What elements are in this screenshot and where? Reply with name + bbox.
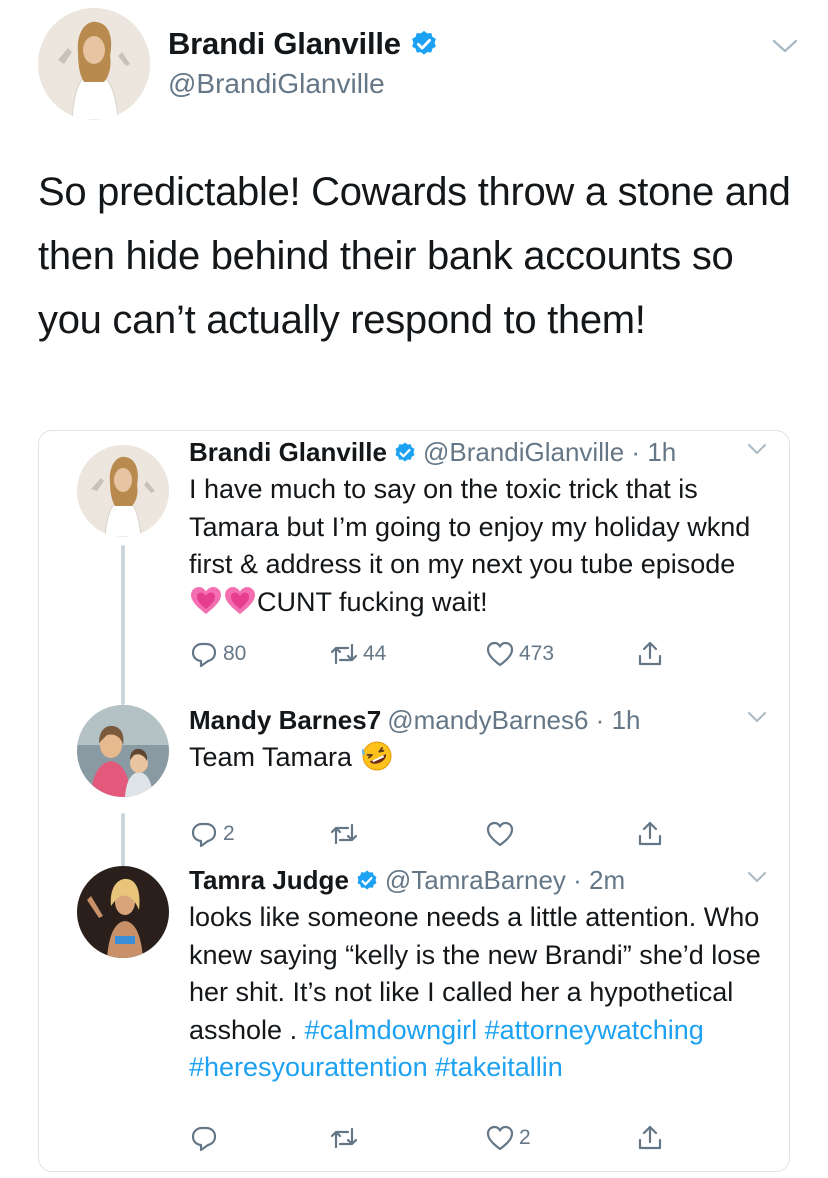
handle-and-time[interactable]: @TamraBarney · 2m (385, 865, 625, 896)
reply-icon (191, 822, 217, 848)
pink-heart-emoji (225, 586, 255, 614)
share-icon (638, 641, 662, 666)
avatar[interactable] (77, 445, 169, 537)
reply-button[interactable] (189, 1123, 223, 1153)
verified-badge-icon (411, 30, 436, 55)
retweet-icon (330, 643, 358, 665)
avatar[interactable] (38, 8, 150, 120)
tweet-text: So predictable! Cowards throw a stone an… (38, 170, 791, 342)
retweet-button[interactable]: 44 (329, 639, 386, 669)
reply-text: Team Tamara (189, 739, 769, 777)
like-icon (486, 641, 514, 667)
reply-text: looks like someone needs a little attent… (189, 899, 769, 1087)
retweet-icon (330, 823, 358, 845)
reply-tweet[interactable]: Tamra Judge @TamraBarney · 2m looks like… (39, 861, 791, 1161)
share-button[interactable] (635, 819, 665, 849)
like-button[interactable]: 473 (485, 639, 554, 669)
like-count: 473 (519, 642, 555, 665)
reply-icon (191, 1126, 217, 1152)
reply-text-part: Team Tamara (189, 742, 360, 772)
handle-and-time[interactable]: @mandyBarnes6 · 1h (387, 705, 640, 736)
share-icon (638, 821, 662, 846)
retweet-button[interactable] (329, 819, 363, 849)
avatar[interactable] (77, 705, 169, 797)
action-bar: 2 (189, 819, 729, 853)
user-handle[interactable]: @BrandiGlanville (168, 68, 385, 100)
reply-text-part: I have much to say on the toxic trick th… (189, 474, 751, 579)
avatar-image (77, 705, 169, 797)
display-name[interactable]: Brandi Glanville (168, 26, 401, 62)
reply-count: 2 (223, 822, 235, 845)
thread-connector (121, 545, 125, 705)
reply-text-part: CUNT fucking wait! (257, 586, 488, 617)
chevron-down-icon[interactable] (747, 443, 767, 455)
handle-and-time[interactable]: @BrandiGlanville · 1h (423, 437, 676, 468)
like-button[interactable] (485, 819, 519, 849)
rolling-laughing-emoji (361, 741, 392, 771)
reply-count: 80 (223, 642, 247, 665)
main-tweet-header: Brandi Glanville @BrandiGlanville (38, 8, 798, 128)
chevron-down-icon[interactable] (747, 871, 767, 883)
action-bar: 2 (189, 1123, 729, 1157)
retweet-button[interactable] (329, 1123, 363, 1153)
avatar[interactable] (77, 866, 169, 958)
avatar-image (77, 866, 169, 958)
avatar-image (77, 445, 169, 537)
action-bar: 80 44 473 (189, 639, 729, 673)
retweet-icon (330, 1127, 358, 1149)
verified-badge-icon (395, 442, 415, 461)
like-count: 2 (519, 1126, 531, 1149)
display-name[interactable]: Tamra Judge (189, 865, 349, 896)
chevron-down-icon[interactable] (772, 38, 798, 54)
verified-badge-icon (357, 870, 377, 889)
display-name[interactable]: Mandy Barnes7 (189, 705, 381, 736)
like-button[interactable]: 2 (485, 1123, 531, 1153)
reply-tweet[interactable]: Brandi Glanville @BrandiGlanville · 1h I… (39, 433, 791, 705)
reply-tweet[interactable]: Mandy Barnes7 @mandyBarnes6 · 1h Team Ta… (39, 701, 791, 883)
reply-button[interactable]: 80 (189, 639, 246, 669)
avatar-image (38, 8, 150, 120)
chevron-down-icon[interactable] (747, 711, 767, 723)
like-icon (486, 821, 514, 847)
share-button[interactable] (635, 1123, 665, 1153)
display-name[interactable]: Brandi Glanville (189, 437, 387, 468)
retweet-count: 44 (363, 642, 387, 665)
share-button[interactable] (635, 639, 665, 669)
like-icon (486, 1125, 514, 1151)
quoted-thread-card[interactable]: Brandi Glanville @BrandiGlanville · 1h I… (38, 430, 790, 1172)
reply-text: I have much to say on the toxic trick th… (189, 471, 769, 621)
pink-heart-emoji (191, 586, 221, 614)
share-icon (638, 1125, 662, 1150)
reply-button[interactable]: 2 (189, 819, 235, 849)
reply-icon (191, 642, 217, 668)
